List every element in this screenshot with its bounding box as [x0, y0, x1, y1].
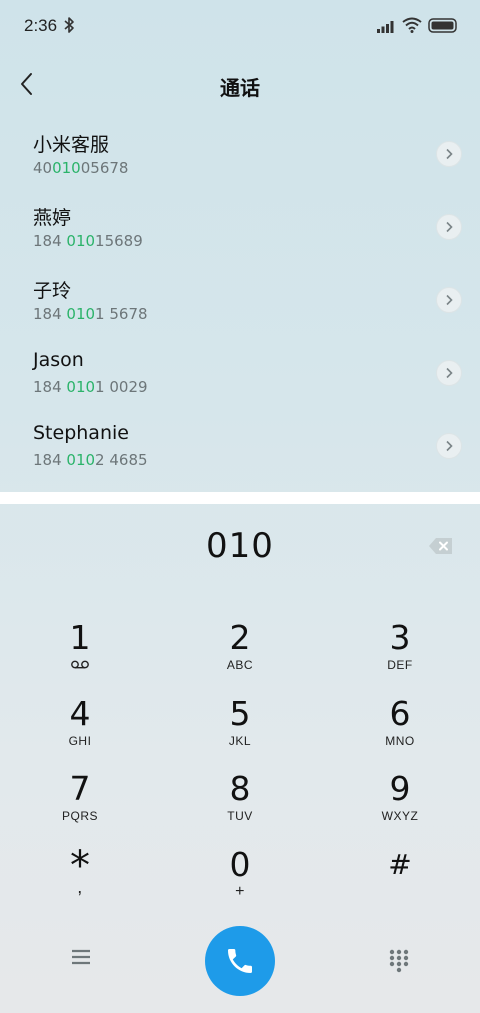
- key-letters: WXYZ: [381, 809, 419, 823]
- dial-key-star[interactable]: * ,: [25, 846, 135, 919]
- contact-row[interactable]: Stephanie 184 0102 4685: [0, 414, 480, 487]
- key-letters: ,: [77, 877, 83, 897]
- contact-list: 小米客服 4001005678 燕婷 184 01015689 子玲 184 0…: [0, 122, 480, 487]
- key-letters: +: [235, 883, 245, 900]
- dial-key-5[interactable]: 5 JKL: [185, 696, 295, 768]
- contact-name: Stephanie: [33, 422, 129, 444]
- contact-detail-button[interactable]: [436, 433, 462, 459]
- contact-detail-button[interactable]: [436, 214, 462, 240]
- dial-key-4[interactable]: 4 GHI: [25, 696, 135, 768]
- contact-name: Jason: [33, 349, 84, 371]
- dial-key-hash[interactable]: #: [345, 847, 455, 919]
- key-digit: 8: [229, 769, 251, 808]
- contact-number: 4001005678: [33, 159, 129, 177]
- contact-detail-button[interactable]: [436, 287, 462, 313]
- dial-key-3[interactable]: 3 DEF: [345, 620, 455, 692]
- key-digit: 9: [389, 769, 411, 808]
- dialer-panel: 010 1 2 ABC 3 DEF 4 GHI 5 JKL 6 MNO 7 PQ…: [0, 504, 480, 1013]
- key-digit: 3: [389, 618, 411, 657]
- dial-key-7[interactable]: 7 PQRS: [25, 771, 135, 843]
- dial-key-0[interactable]: 0 +: [185, 847, 295, 919]
- contact-number: 184 0101 0029: [33, 378, 148, 396]
- key-digit: 2: [229, 618, 251, 657]
- contact-row[interactable]: 子玲 184 0101 5678: [0, 268, 480, 341]
- battery-icon: [428, 18, 457, 33]
- number-match-highlight: 010: [66, 305, 96, 323]
- status-bar: 2:36: [0, 0, 480, 52]
- key-letters: PQRS: [61, 809, 98, 823]
- contact-name: 燕婷: [33, 207, 72, 229]
- dialed-number: 010: [206, 526, 274, 566]
- key-letters: MNO: [385, 734, 415, 748]
- key-letters: TUV: [227, 809, 253, 823]
- number-match-highlight: 010: [66, 451, 96, 469]
- key-digit: #: [388, 848, 412, 881]
- contact-detail-button[interactable]: [436, 360, 462, 386]
- key-letters: GHI: [68, 734, 92, 748]
- chevron-right-icon: [446, 221, 453, 233]
- key-digit: 1: [69, 618, 91, 657]
- status-time: 2:36: [24, 16, 58, 35]
- chevron-right-icon: [446, 367, 453, 379]
- number-match-highlight: 010: [66, 378, 96, 396]
- chevron-right-icon: [446, 440, 453, 452]
- key-digit: 4: [69, 694, 91, 733]
- contact-name: 小米客服: [33, 134, 110, 156]
- bluetooth-icon: [64, 17, 74, 33]
- dial-key-6[interactable]: 6 MNO: [345, 696, 455, 768]
- contact-row[interactable]: Jason 184 0101 0029: [0, 341, 480, 414]
- wifi-icon: [402, 17, 422, 33]
- contact-number: 184 0101 5678: [33, 305, 148, 323]
- page-title: 通话: [220, 76, 260, 100]
- number-match-highlight: 010: [66, 232, 96, 250]
- key-digit: 5: [229, 694, 251, 733]
- contact-row[interactable]: 燕婷 184 01015689: [0, 195, 480, 268]
- dial-key-9[interactable]: 9 WXYZ: [345, 771, 455, 843]
- contact-number: 184 01015689: [33, 232, 143, 250]
- key-digit: 7: [69, 769, 91, 808]
- chevron-right-icon: [446, 148, 453, 160]
- dial-key-1[interactable]: 1: [25, 620, 135, 692]
- key-digit: 6: [389, 694, 411, 733]
- key-letters: DEF: [387, 658, 413, 672]
- voicemail-icon: [71, 660, 89, 669]
- number-match-highlight: 010: [52, 159, 81, 177]
- key-digit: 0: [229, 845, 251, 884]
- backspace-icon[interactable]: [428, 536, 454, 556]
- phone-icon: [228, 949, 252, 973]
- header: 通话: [0, 60, 480, 108]
- contact-name: 子玲: [33, 280, 72, 302]
- dial-key-2[interactable]: 2 ABC: [185, 620, 295, 692]
- menu-icon[interactable]: [70, 947, 92, 967]
- contact-number: 184 0102 4685: [33, 451, 148, 469]
- key-letters: JKL: [228, 734, 252, 748]
- call-button[interactable]: [205, 926, 275, 996]
- dialpad-icon[interactable]: [389, 949, 409, 973]
- list-divider: [0, 492, 480, 504]
- chevron-right-icon: [446, 294, 453, 306]
- signal-icon: [377, 21, 394, 33]
- dial-key-8[interactable]: 8 TUV: [185, 771, 295, 843]
- key-letters: ABC: [226, 658, 254, 672]
- contact-detail-button[interactable]: [436, 141, 462, 167]
- contact-row[interactable]: 小米客服 4001005678: [0, 122, 480, 195]
